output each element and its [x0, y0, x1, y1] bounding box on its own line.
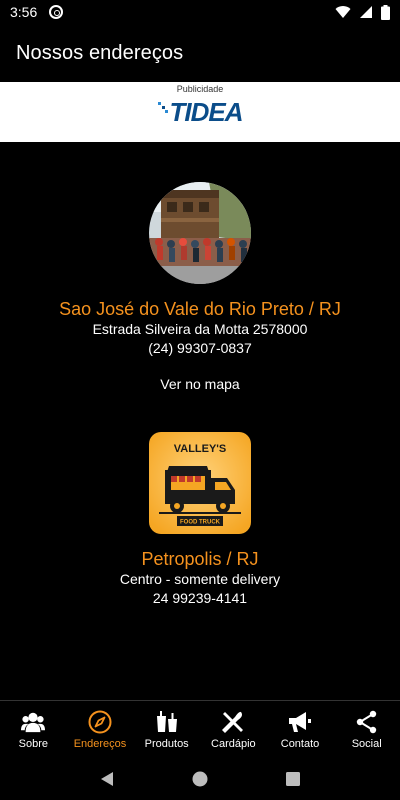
location-city: Sao José do Vale do Rio Preto / RJ [59, 299, 341, 319]
location-photo [149, 182, 251, 284]
nav-label: Endereços [73, 737, 127, 750]
page-title: Nossos endereços [16, 41, 184, 64]
location-card: Sao José do Vale do Rio Preto / RJ Estra… [0, 182, 400, 392]
logo-top-text: VALLEY'S [174, 443, 227, 455]
nav-contato[interactable]: Contato [267, 701, 334, 758]
dots-icon [157, 102, 168, 113]
nav-label: Produtos [144, 737, 189, 750]
nav-label: Contato [280, 737, 320, 750]
location-address: Centro - somente delivery [119, 571, 281, 587]
ad-label: Publicidade [176, 84, 224, 94]
share-icon [355, 710, 379, 734]
status-icons [335, 4, 390, 20]
system-nav [0, 758, 400, 800]
ad-logo: TIDEA [157, 97, 244, 127]
nav-enderecos[interactable]: Endereços [67, 701, 134, 758]
utensils-icon [221, 710, 245, 734]
status-time: 3:56 [10, 4, 38, 20]
location-city: Petropolis / RJ [141, 549, 259, 569]
nav-social[interactable]: Social [333, 701, 400, 758]
view-map-link[interactable]: Ver no mapa [160, 376, 239, 392]
logo-bottom-text: FOOD TRUCK [180, 520, 221, 526]
ad-banner[interactable]: Publicidade TIDEA [0, 82, 400, 142]
status-bar: 3:56 [0, 0, 400, 24]
wifi-icon [335, 6, 351, 19]
nav-sobre[interactable]: Sobre [0, 701, 67, 758]
nav-label: Sobre [18, 737, 49, 750]
drinks-icon [155, 710, 179, 734]
signal-icon [360, 6, 372, 18]
nav-label: Cardápio [211, 737, 256, 750]
food-truck-logo: VALLEY'S FOOD TRUCK [149, 432, 251, 534]
bottom-nav: Sobre Endereços Produtos Cardápio Contat… [0, 700, 400, 758]
people-icon [21, 710, 46, 734]
location-phone[interactable]: (24) 99307-0837 [148, 339, 252, 358]
ad-brand: TIDEA [169, 97, 244, 127]
compass-icon [88, 710, 112, 734]
nav-cardapio[interactable]: Cardápio [200, 701, 267, 758]
location-address: Estrada Silveira da Motta 2578000 [92, 321, 308, 337]
back-icon[interactable] [99, 771, 115, 787]
megaphone-icon [288, 710, 312, 734]
app-bar: Nossos endereços [0, 24, 400, 82]
battery-icon [381, 4, 390, 20]
addresses-list: Sao José do Vale do Rio Preto / RJ Estra… [0, 142, 400, 700]
recents-icon[interactable] [285, 771, 301, 787]
nav-produtos[interactable]: Produtos [133, 701, 200, 758]
nav-label: Social [351, 737, 382, 750]
location-phone[interactable]: 24 99239-4141 [153, 589, 247, 608]
location-card: VALLEY'S FOOD TRUCK Petropolis / RJ Cent… [0, 432, 400, 608]
at-sign-icon [49, 5, 64, 19]
home-icon[interactable] [192, 771, 208, 787]
